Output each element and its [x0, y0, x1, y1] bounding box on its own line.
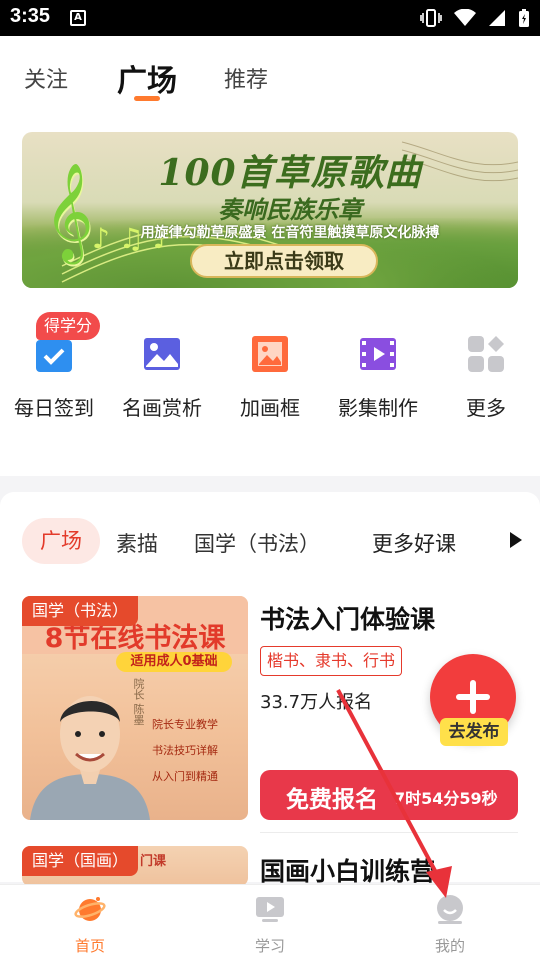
- free-enroll-button[interactable]: 免费报名 7时54分59秒: [260, 770, 518, 820]
- course-sub-tags: 楷书、隶书、行书: [260, 646, 403, 676]
- publish-label[interactable]: 去发布: [440, 718, 508, 746]
- tab-recommend[interactable]: 推荐: [224, 62, 268, 94]
- quick-famous-paintings[interactable]: 名画赏析: [108, 334, 216, 421]
- tab-square[interactable]: 广场: [117, 56, 177, 100]
- course-category-tag: 国学（国画）: [22, 846, 139, 876]
- active-tab-indicator: [134, 96, 160, 101]
- thumbnail-pill: 适用成人0基础: [116, 652, 232, 672]
- plus-icon-vertical: [470, 680, 476, 714]
- nav-mine[interactable]: 我的: [400, 893, 500, 956]
- category-calligraphy[interactable]: 国学（书法）: [194, 528, 320, 558]
- vibrate-icon: [420, 9, 442, 27]
- card-divider: [260, 832, 518, 833]
- top-tabs: 关注 广场 推荐: [0, 62, 540, 112]
- nav-study[interactable]: 学习: [220, 893, 320, 956]
- banner-title: 100首草原歌曲: [158, 152, 422, 194]
- teacher-title: 院长 陈墨: [132, 678, 145, 726]
- nav-label: 我的: [434, 937, 465, 955]
- category-tabs: 广场 素描 国学（书法） 国画 更多好课: [0, 514, 540, 570]
- play-arrow-icon: [510, 532, 522, 548]
- thumbnail-badge: 门课: [140, 854, 167, 869]
- banner-caption: 用旋律勾勒草原盛景 在音符里触摸草原文化脉搏: [140, 225, 440, 241]
- course-thumbnail[interactable]: 8节在线书法课 适用成人0基础 院长 陈墨 院长专业教学 书法技巧详解 从入门到…: [22, 596, 248, 820]
- status-time: 3:35: [10, 5, 51, 27]
- more-courses-label: 更多好课: [372, 532, 456, 556]
- wifi-icon: [454, 9, 476, 26]
- quick-album-maker[interactable]: 影集制作: [324, 334, 432, 421]
- status-bar: 3:35 A: [0, 0, 540, 36]
- section-divider: [0, 476, 540, 492]
- quick-label: 名画赏析: [122, 396, 202, 420]
- category-sketch[interactable]: 素描: [116, 528, 158, 558]
- quick-add-frame[interactable]: 加画框: [216, 334, 324, 421]
- course-title[interactable]: 书法入门体验课: [260, 600, 435, 636]
- course-category-tag: 国学（书法）: [22, 596, 139, 626]
- category-square[interactable]: 广场: [22, 518, 100, 564]
- nav-home[interactable]: 首页: [40, 893, 140, 956]
- quick-label: 加画框: [240, 396, 300, 420]
- earn-credit-badge: 得学分: [36, 312, 101, 340]
- quick-label: 每日签到: [14, 396, 94, 420]
- calendar-check-icon: [36, 335, 72, 372]
- course-title[interactable]: 国画小白训练营: [260, 852, 435, 888]
- thumbnail-bullet: 院长专业教学: [152, 718, 218, 731]
- user-face-icon: [437, 895, 463, 924]
- film-icon: [360, 338, 396, 370]
- enroll-count: 33.7万人报名: [260, 692, 373, 713]
- app-screen: 3:35 A 关注 广场 推荐 𝄞 ♪ ♫ ♪ 100首草原歌曲 奏响民族乐章 …: [0, 0, 540, 960]
- nav-label: 首页: [74, 937, 105, 955]
- accessibility-a-icon: A: [70, 10, 86, 26]
- enroll-label: 免费报名: [286, 787, 378, 813]
- frame-icon: [252, 336, 288, 372]
- signal-icon: [489, 10, 505, 26]
- more-courses-button[interactable]: 更多好课: [360, 518, 540, 564]
- quick-more[interactable]: 更多: [432, 334, 540, 421]
- play-screen-icon: [256, 897, 284, 922]
- battery-icon: [519, 9, 529, 27]
- treble-clef-icon: 𝄞: [44, 162, 94, 260]
- banner-claim-button[interactable]: 立即点击领取: [190, 244, 378, 278]
- thumbnail-bullet: 从入门到精通: [152, 770, 218, 783]
- quick-daily-checkin[interactable]: 每日签到: [0, 334, 108, 421]
- thumbnail-bullet: 书法技巧详解: [152, 744, 218, 757]
- promo-banner[interactable]: 𝄞 ♪ ♫ ♪ 100首草原歌曲 奏响民族乐章 用旋律勾勒草原盛景 在音符里触摸…: [22, 132, 518, 288]
- banner-subtitle: 奏响民族乐章: [218, 195, 362, 224]
- bottom-nav: 首页 学习 我的: [0, 884, 540, 960]
- tab-follow[interactable]: 关注: [24, 62, 68, 94]
- more-grid-icon: [468, 336, 504, 372]
- quick-label: 影集制作: [338, 396, 418, 420]
- enroll-countdown: 7时54分59秒: [394, 789, 498, 808]
- planet-home-icon: [74, 897, 106, 921]
- picture-icon: [144, 338, 180, 370]
- quick-label: 更多: [466, 396, 506, 420]
- nav-label: 学习: [254, 937, 285, 955]
